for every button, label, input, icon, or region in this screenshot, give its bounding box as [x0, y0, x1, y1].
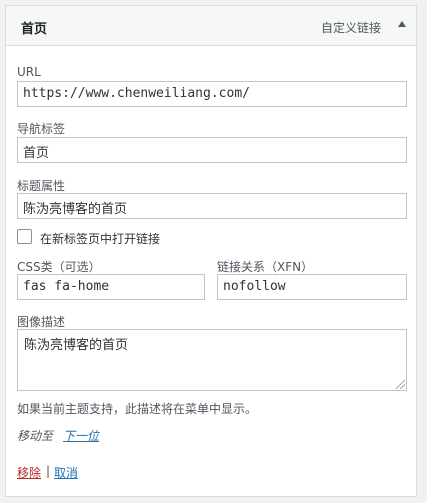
xfn-label: 链接关系（XFN） — [217, 260, 314, 274]
nav-label-input[interactable]: 首页 — [17, 137, 407, 163]
xfn-input[interactable]: nofollow — [217, 274, 407, 300]
css-classes-label: CSS类（可选） — [17, 260, 101, 274]
menu-item-title: 首页 — [21, 22, 48, 37]
collapse-arrow-icon[interactable] — [398, 21, 406, 27]
description-textarea[interactable]: 陈沩亮博客的首页 — [17, 329, 407, 391]
move-label: 移动至 — [17, 429, 54, 443]
menu-item-panel: 首页 自定义链接 URL https://www.chenweiliang.co… — [5, 5, 417, 497]
title-attribute-label: 标题属性 — [17, 179, 66, 193]
action-separator: | — [46, 464, 51, 478]
description-label: 图像描述 — [17, 315, 66, 329]
move-next-link[interactable]: 下一位 — [63, 427, 99, 444]
title-attribute-input[interactable]: 陈沩亮博客的首页 — [17, 193, 407, 219]
menu-item-type: 自定义链接 — [320, 21, 381, 35]
cancel-link[interactable]: 取消 — [54, 464, 78, 481]
css-classes-input[interactable]: fas fa-home — [17, 274, 205, 300]
resize-handle-icon[interactable] — [396, 380, 405, 389]
menu-item-header[interactable]: 首页 自定义链接 — [6, 6, 416, 46]
description-text: 陈沩亮博客的首页 — [24, 338, 129, 353]
new-tab-label[interactable]: 在新标签页中打开链接 — [40, 230, 160, 247]
description-help: 如果当前主题支持，此描述将在菜单中显示。 — [17, 402, 258, 416]
remove-link[interactable]: 移除 — [17, 464, 41, 481]
url-input[interactable]: https://www.chenweiliang.com/ — [17, 81, 407, 107]
new-tab-checkbox[interactable] — [17, 229, 32, 244]
nav-label-label: 导航标签 — [17, 122, 66, 136]
url-label: URL — [17, 65, 41, 79]
